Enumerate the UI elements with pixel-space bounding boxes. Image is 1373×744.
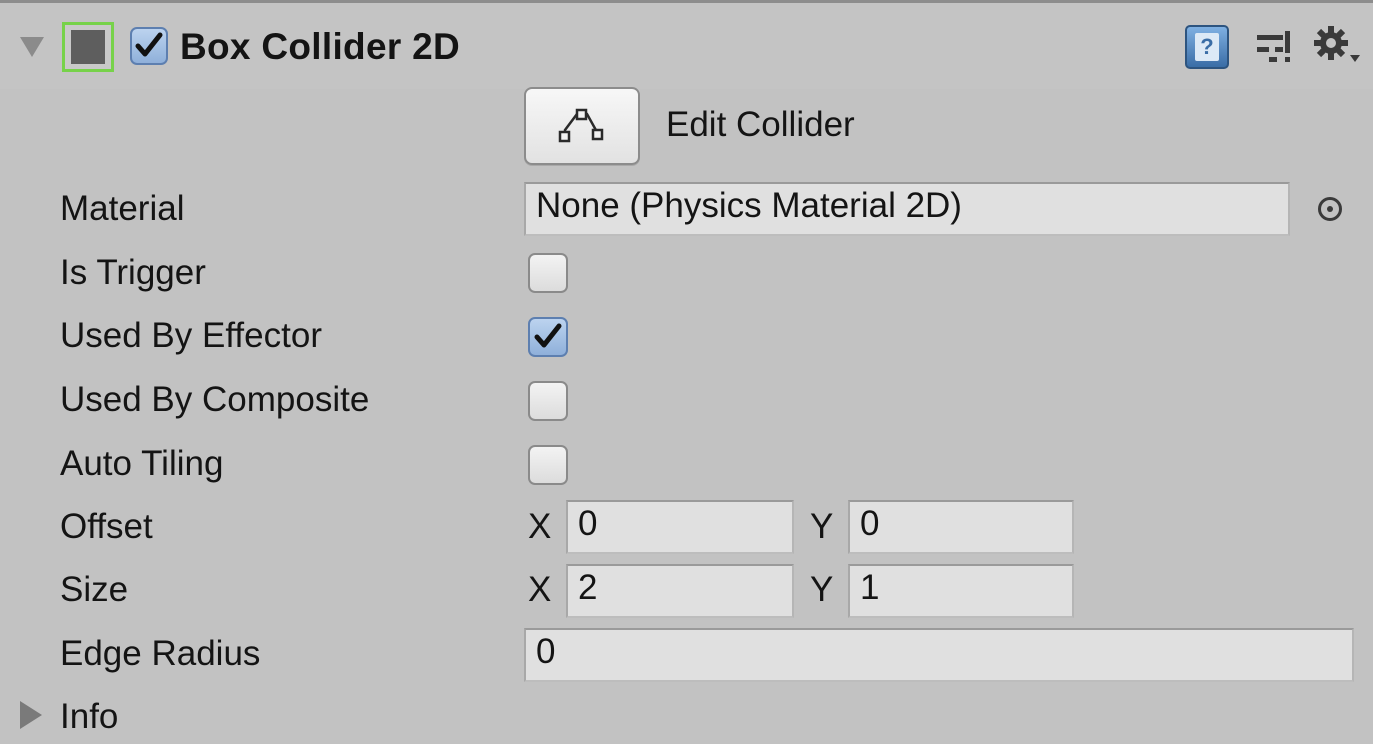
auto-tiling-checkbox[interactable] bbox=[528, 445, 568, 485]
edit-polygon-icon bbox=[558, 108, 604, 143]
component-title: Box Collider 2D bbox=[180, 26, 460, 67]
presets-sliders-icon[interactable] bbox=[1255, 29, 1293, 65]
size-x-axis-label: X bbox=[528, 570, 552, 609]
edge-radius-input[interactable]: 0 bbox=[524, 628, 1354, 682]
edit-collider-button[interactable] bbox=[524, 87, 640, 165]
material-value: None (Physics Material 2D) bbox=[536, 186, 962, 225]
size-y-value: 1 bbox=[860, 568, 880, 607]
edge-radius-label: Edge Radius bbox=[60, 634, 261, 673]
edit-collider-label: Edit Collider bbox=[666, 105, 855, 144]
help-book-icon[interactable]: ? bbox=[1185, 25, 1229, 69]
size-y-input[interactable]: 1 bbox=[848, 564, 1074, 618]
size-label: Size bbox=[60, 570, 129, 609]
size-y-axis-label: Y bbox=[810, 570, 834, 609]
triangle-down-icon[interactable] bbox=[20, 37, 44, 57]
offset-y-input[interactable]: 0 bbox=[848, 500, 1074, 554]
size-x-value: 2 bbox=[578, 568, 598, 607]
used-by-effector-checkbox[interactable] bbox=[528, 317, 568, 357]
offset-x-axis-label: X bbox=[528, 507, 552, 546]
edge-radius-value: 0 bbox=[536, 632, 556, 671]
offset-y-axis-label: Y bbox=[810, 507, 834, 546]
offset-y-value: 0 bbox=[860, 504, 880, 543]
auto-tiling-label: Auto Tiling bbox=[60, 444, 224, 483]
checkmark-icon bbox=[534, 323, 562, 348]
is-trigger-label: Is Trigger bbox=[60, 253, 206, 292]
box-collider-icon bbox=[62, 22, 114, 72]
object-picker-icon[interactable] bbox=[1318, 197, 1342, 221]
checkmark-icon bbox=[135, 32, 163, 57]
info-foldout-label[interactable]: Info bbox=[60, 695, 118, 739]
size-x-input[interactable]: 2 bbox=[566, 564, 794, 618]
offset-x-input[interactable]: 0 bbox=[566, 500, 794, 554]
offset-x-value: 0 bbox=[578, 504, 598, 543]
gear-dropdown-icon[interactable] bbox=[1312, 25, 1362, 67]
used-by-composite-checkbox[interactable] bbox=[528, 381, 568, 421]
used-by-effector-label: Used By Effector bbox=[60, 316, 322, 355]
offset-label: Offset bbox=[60, 507, 153, 546]
inspector-component-panel: Box Collider 2D ? Edit Collider Material… bbox=[0, 0, 1373, 744]
material-field[interactable]: None (Physics Material 2D) bbox=[524, 182, 1290, 236]
triangle-right-icon[interactable] bbox=[20, 701, 42, 729]
material-label: Material bbox=[60, 189, 185, 228]
component-enabled-checkbox[interactable] bbox=[130, 27, 168, 65]
used-by-composite-label: Used By Composite bbox=[60, 380, 370, 419]
is-trigger-checkbox[interactable] bbox=[528, 253, 568, 293]
